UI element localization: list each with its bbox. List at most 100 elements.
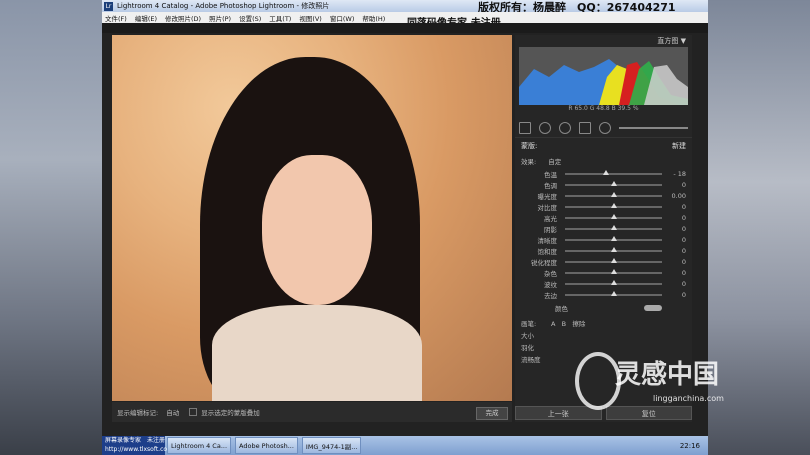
slider-row: 对比度 0 xyxy=(515,201,692,212)
slider-knob[interactable] xyxy=(610,279,617,285)
menu-window[interactable]: 窗口(W) xyxy=(330,13,355,23)
photo-face xyxy=(262,155,372,305)
slider-row: 波纹 0 xyxy=(515,278,692,289)
brush-flow-label: 流畅度 xyxy=(521,356,541,364)
toolbar: 显示编辑标记: 自动 显示选定的蒙版叠加 xyxy=(112,402,512,422)
spot-removal-icon[interactable] xyxy=(539,122,551,134)
slider-track[interactable] xyxy=(565,268,662,274)
slider-knob[interactable] xyxy=(610,213,617,219)
watermark-url: lingganchina.com xyxy=(653,394,724,403)
module-strip xyxy=(102,23,708,33)
slider-row: 去边 0 xyxy=(515,289,692,300)
desktop-left-background xyxy=(0,0,102,455)
slider-track[interactable] xyxy=(565,235,662,241)
slider-track[interactable] xyxy=(565,191,662,197)
taskbar-item-photoshop[interactable]: Adobe Photosh... xyxy=(235,437,298,454)
photo-sweater xyxy=(212,305,422,401)
slider-value: 0 xyxy=(681,235,686,244)
taskbar-item-image[interactable]: IMG_9474-1副... xyxy=(301,437,362,454)
histogram-header[interactable]: 直方图 ▼ xyxy=(515,35,692,47)
slider-row: 清晰度 0 xyxy=(515,234,692,245)
taskbar-item-lightroom[interactable]: Lightroom 4 Ca... xyxy=(167,437,232,454)
slider-label: 曝光度 xyxy=(537,192,558,201)
tool-strip xyxy=(519,121,688,135)
photo-canvas[interactable] xyxy=(112,35,512,401)
watermark-brand: 灵感中国 xyxy=(615,360,720,390)
slider-list: 色温 - 18 色调 0 曝光度 0.00 对比度 0 高光 0 阴影 0 清晰度 0 饱和度 0 锐化程度 0 杂… xyxy=(515,168,692,300)
slider-value: 0 xyxy=(681,213,686,222)
brush-size-label: 大小 xyxy=(521,332,534,340)
histogram-title: 直方图 xyxy=(657,37,679,45)
slider-value: 0 xyxy=(681,202,686,211)
lightroom-app-icon: Lr xyxy=(104,1,113,11)
mask-new-button[interactable]: 新建 xyxy=(672,141,686,151)
slider-label: 杂色 xyxy=(544,269,557,278)
tool-slider[interactable] xyxy=(619,127,688,129)
slider-knob[interactable] xyxy=(610,202,617,208)
slider-label: 饱和度 xyxy=(537,247,558,256)
slider-track[interactable] xyxy=(565,246,662,252)
slider-knob[interactable] xyxy=(610,235,617,241)
slider-knob[interactable] xyxy=(602,169,609,175)
slider-value: - 18 xyxy=(673,169,686,178)
slider-track[interactable] xyxy=(565,224,662,230)
slider-label: 阴影 xyxy=(544,225,557,234)
done-button[interactable]: 完成 xyxy=(476,407,508,420)
slider-label: 色调 xyxy=(544,181,557,190)
menu-file[interactable]: 文件(F) xyxy=(105,13,127,23)
brush-b-tab[interactable]: B xyxy=(562,320,566,328)
effect-dropdown[interactable]: 自定 xyxy=(548,156,561,166)
slider-knob[interactable] xyxy=(610,224,617,230)
slider-knob[interactable] xyxy=(610,180,617,186)
clock: 22:16 xyxy=(679,441,700,450)
mask-overlay-checkbox[interactable] xyxy=(189,408,198,416)
slider-label: 波纹 xyxy=(544,280,557,289)
brush-a-tab[interactable]: A xyxy=(551,320,555,328)
edit-pins-dropdown[interactable]: 自动 xyxy=(166,407,179,417)
slider-track[interactable] xyxy=(565,169,662,175)
slider-label: 去边 xyxy=(544,291,557,300)
color-swatch[interactable] xyxy=(644,305,662,311)
slider-track[interactable] xyxy=(565,202,662,208)
color-row: 颜色 xyxy=(515,300,692,316)
crop-icon[interactable] xyxy=(519,122,531,134)
start-area[interactable]: 屏幕录像专家 未注册 http://www.tlxsoft.com xyxy=(102,436,173,455)
title-bar: Lr Lightroom 4 Catalog - Adobe Photoshop… xyxy=(102,0,708,14)
red-eye-icon[interactable] xyxy=(559,122,571,134)
slider-knob[interactable] xyxy=(610,268,617,274)
menu-bar: 文件(F) 编辑(E) 修改照片(D) 照片(P) 设置(S) 工具(T) 视图… xyxy=(102,12,708,29)
brush-erase-tab[interactable]: 擦除 xyxy=(572,320,585,328)
menu-settings[interactable]: 设置(S) xyxy=(239,13,261,23)
slider-value: 0 xyxy=(681,224,686,233)
menu-tools[interactable]: 工具(T) xyxy=(269,13,291,23)
mask-section: 蒙版: 新建 xyxy=(515,137,692,154)
slider-knob[interactable] xyxy=(610,257,617,263)
slider-knob[interactable] xyxy=(610,246,617,252)
menu-photo[interactable]: 照片(P) xyxy=(209,13,231,23)
menu-develop[interactable]: 修改照片(D) xyxy=(165,13,201,23)
slider-track[interactable] xyxy=(565,279,662,285)
graduated-filter-icon[interactable] xyxy=(579,122,591,134)
slider-knob[interactable] xyxy=(610,191,617,197)
slider-knob[interactable] xyxy=(610,290,617,296)
mask-label: 蒙版: xyxy=(521,142,538,150)
slider-label: 高光 xyxy=(544,214,557,223)
menu-view[interactable]: 视图(V) xyxy=(299,13,322,23)
slider-label: 色温 xyxy=(544,170,557,179)
slider-track[interactable] xyxy=(565,213,662,219)
adjustment-brush-icon[interactable] xyxy=(599,122,611,134)
slider-value: 0 xyxy=(681,246,686,255)
slider-label: 对比度 xyxy=(537,203,558,212)
collapse-triangle-icon[interactable]: ▼ xyxy=(678,37,686,45)
slider-row: 曝光度 0.00 xyxy=(515,190,692,201)
slider-track[interactable] xyxy=(565,290,662,296)
slider-track[interactable] xyxy=(565,180,662,186)
slider-track[interactable] xyxy=(565,257,662,263)
menu-help[interactable]: 帮助(H) xyxy=(362,13,385,23)
mask-overlay-label: 显示选定的蒙版叠加 xyxy=(201,409,260,417)
window-title: Lightroom 4 Catalog - Adobe Photoshop Li… xyxy=(117,2,330,10)
menu-edit[interactable]: 编辑(E) xyxy=(135,13,157,23)
histogram-readout: R 65.0 G 48.8 B 39.5 % xyxy=(568,105,639,112)
histogram-graph xyxy=(519,59,688,105)
slider-row: 饱和度 0 xyxy=(515,245,692,256)
